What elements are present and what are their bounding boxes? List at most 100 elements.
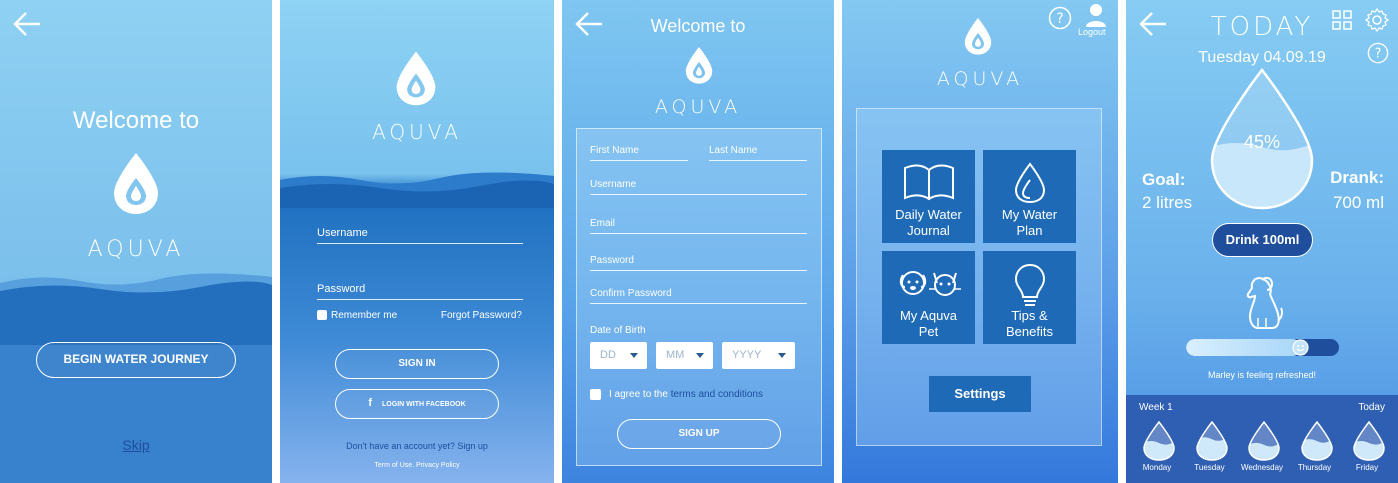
remember-me-checkbox[interactable] [317,310,327,320]
tile-label-line: Tips & [1011,308,1048,323]
gear-icon[interactable] [1365,8,1389,32]
goal-label: Goal: [1142,170,1186,189]
month-select[interactable]: MM [656,342,713,369]
help-icon[interactable]: ? [1048,6,1072,30]
smiley-face-icon [1292,339,1309,356]
water-drop-logo-icon [114,153,158,214]
menu-screen: ? Logout AQUVA Daily Water Journal My Wat… [842,0,1118,483]
tile-label-line: Daily Water [895,207,962,222]
begin-water-journey-button[interactable]: BEGIN WATER JOURNEY [36,342,236,378]
settings-button[interactable]: Settings [929,376,1031,412]
skip-link[interactable]: Skip [0,437,272,453]
brand-name: AQUVA [87,237,185,262]
dob-label: Date of Birth [590,325,646,336]
day-name: Thursday [1297,463,1332,472]
sign-in-button[interactable]: SIGN IN [335,349,499,379]
tile-label: Tips & Benefits [983,308,1076,340]
agree-terms-checkbox[interactable] [590,389,601,400]
water-drop-icon [1195,420,1228,461]
day-select-value: DD [600,349,616,361]
terms-link[interactable]: terms and conditions [671,389,763,400]
water-drop-icon [1353,420,1385,461]
today-label: Today [1358,402,1385,413]
weekly-progress-bar: Week 1 Today Monday Tuesday Wednesday Th… [1126,395,1398,483]
username-field[interactable]: Username [590,179,807,195]
logout-link[interactable]: Logout [1078,27,1106,37]
my-aquva-pet-tile[interactable]: My Aquva Pet [882,251,975,344]
facebook-icon: f [368,397,373,409]
signup-form: First Name Last Name Username Email Pass… [576,128,822,466]
day-drop-friday[interactable]: Friday [1347,420,1387,472]
wave-background [280,172,554,208]
no-account-text: Don't have an account yet? [346,441,455,451]
day-select[interactable]: DD [590,342,647,369]
user-icon[interactable] [1085,3,1107,27]
day-name: Wednesday [1240,463,1284,472]
sign-up-button[interactable]: SIGN UP [617,419,781,449]
water-drop-logo-icon [964,18,992,55]
drank-value: 700 ml [1332,193,1384,212]
tile-label: My Water Plan [983,207,1076,239]
legal-footer[interactable]: Term of Use. Privacy Policy [280,462,554,469]
day-name: Friday [1355,463,1379,472]
water-drop-icon [1248,420,1280,461]
signup-prompt: Don't have an account yet? Sign up [280,441,554,451]
day-drop-thursday[interactable]: Thursday [1295,420,1335,472]
brand-name: AQUVA [372,120,462,144]
drink-100ml-button[interactable]: Drink 100ml [1212,223,1313,257]
tile-label: My Aquva Pet [882,308,975,340]
confirm-password-field[interactable]: Confirm Password [590,288,807,304]
remember-me-label: Remember me [331,310,398,321]
pets-icon [899,271,961,296]
password-field[interactable]: Password [317,283,523,300]
chevron-down-icon [696,353,704,358]
chevron-down-icon [630,353,638,358]
password-field[interactable]: Password [590,255,807,271]
pet-status-text: Marley is feeling refreshed! [1207,370,1317,380]
sign-up-link[interactable]: Sign up [457,441,488,451]
day-name: Monday [1142,463,1172,472]
tile-label-line: Plan [1016,223,1043,238]
lightbulb-icon [1014,263,1045,306]
page-title: TODAY [1210,12,1314,42]
login-screen: AQUVA Username Password Remember me Forg… [280,0,554,483]
username-field[interactable]: Username [317,227,523,244]
water-drop-icon [1143,420,1175,461]
grid-icon[interactable] [1332,10,1352,30]
drank-label: Drank: [1330,168,1384,187]
forgot-password-link[interactable]: Forgot Password? [441,310,522,321]
week-label: Week 1 [1139,402,1173,413]
month-select-value: MM [666,349,685,361]
email-field[interactable]: Email [590,218,807,234]
brand-name: AQUVA [936,68,1024,90]
signup-screen: Welcome to AQUVA First Name Last Name Us… [562,0,834,483]
my-water-plan-tile[interactable]: My Water Plan [983,150,1076,243]
chevron-down-icon [778,353,786,358]
day-drop-wednesday[interactable]: Wednesday [1241,420,1283,472]
tips-and-benefits-tile[interactable]: Tips & Benefits [983,251,1076,344]
facebook-button-label: LOGIN WITH FACEBOOK [382,401,466,408]
login-with-facebook-button[interactable]: f LOGIN WITH FACEBOOK [335,389,499,419]
tile-label-line: Journal [907,223,950,238]
year-select[interactable]: YYYY [722,342,795,369]
welcome-heading: Welcome to [650,16,746,36]
tile-label-line: My Water [1001,207,1058,222]
mood-bar [1186,339,1339,356]
svg-text:?: ? [1056,11,1063,27]
day-name: Tuesday [1194,463,1225,472]
today-screen: TODAY ? Tuesday 04.09.19 45% Goal: 2 lit… [1126,0,1398,483]
book-icon [903,164,954,201]
agree-prefix: I agree to the [609,389,668,400]
last-name-field[interactable]: Last Name [709,145,807,161]
water-drop-logo-icon [396,51,436,106]
water-drop-icon [1300,420,1333,461]
goal-value: 2 litres [1142,193,1193,212]
back-arrow-icon[interactable] [12,10,42,38]
daily-water-journal-tile[interactable]: Daily Water Journal [882,150,975,243]
day-drop-monday[interactable]: Monday [1137,420,1177,472]
first-name-field[interactable]: First Name [590,145,688,161]
tile-label-line: My Aquva [899,308,958,323]
tile-label: Daily Water Journal [882,207,975,239]
agree-terms-text: I agree to the terms and conditions [609,389,763,400]
day-drop-tuesday[interactable]: Tuesday [1190,420,1230,472]
